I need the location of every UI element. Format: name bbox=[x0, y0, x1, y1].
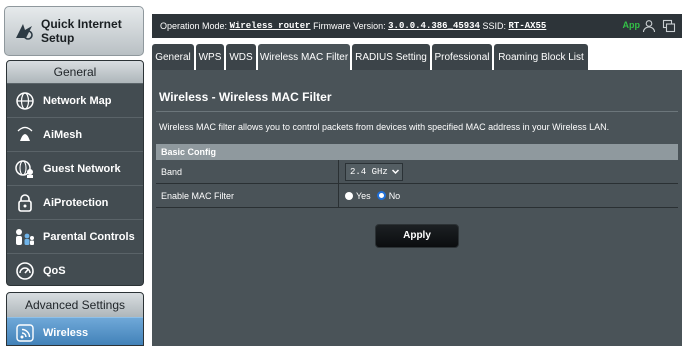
band-label: Band bbox=[156, 160, 339, 183]
quick-internet-setup-button[interactable]: Quick Internet Setup bbox=[4, 6, 144, 56]
advanced-menu: Advanced Settings Wireless bbox=[6, 292, 144, 346]
band-value-cell: 2.4 GHz bbox=[339, 160, 678, 183]
app-link[interactable]: App bbox=[623, 20, 641, 30]
ssid-label: SSID: bbox=[482, 21, 506, 31]
basic-config-heading: Basic Config bbox=[156, 144, 678, 160]
page-title: Wireless - Wireless MAC Filter bbox=[159, 90, 332, 104]
sidebar-item-label: Guest Network bbox=[43, 162, 121, 175]
radio-yes-label: Yes bbox=[356, 190, 371, 201]
op-mode-label: Operation Mode: bbox=[160, 21, 228, 31]
globe-icon bbox=[13, 89, 37, 113]
sidebar: Quick Internet Setup General Network Map… bbox=[0, 0, 148, 346]
band-row: Band 2.4 GHz bbox=[156, 160, 678, 184]
tab-wds[interactable]: WDS bbox=[226, 44, 256, 70]
sidebar-item-parental-controls[interactable]: Parental Controls bbox=[7, 219, 143, 253]
band-selected-value: 2.4 GHz bbox=[350, 166, 388, 177]
sidebar-item-qos[interactable]: QoS bbox=[7, 253, 143, 285]
sidebar-item-label: Parental Controls bbox=[43, 230, 135, 243]
tab-wps[interactable]: WPS bbox=[196, 44, 224, 70]
quick-setup-label: Quick Internet Setup bbox=[41, 17, 122, 45]
radio-yes[interactable]: Yes bbox=[345, 191, 371, 201]
sidebar-item-aimesh[interactable]: AiMesh bbox=[7, 117, 143, 151]
op-mode-link[interactable]: Wireless router bbox=[230, 21, 311, 31]
padlock-icon bbox=[13, 191, 37, 215]
radio-no[interactable]: No bbox=[376, 190, 401, 201]
apply-button[interactable]: Apply bbox=[375, 224, 459, 248]
mesh-icon bbox=[13, 123, 37, 147]
advanced-heading: Advanced Settings bbox=[7, 293, 143, 317]
tab-general[interactable]: General bbox=[152, 44, 194, 70]
tab-bar: General WPS WDS Wireless MAC Filter RADI… bbox=[152, 44, 682, 70]
enable-mac-filter-cell: Yes No bbox=[339, 184, 678, 207]
tab-radius-setting[interactable]: RADIUS Setting bbox=[352, 44, 430, 70]
enable-mac-filter-row: Enable MAC Filter Yes No bbox=[156, 184, 678, 208]
sidebar-item-label: QoS bbox=[43, 264, 66, 277]
sidebar-item-aiprotection[interactable]: AiProtection bbox=[7, 185, 143, 219]
radio-no-label: No bbox=[388, 190, 401, 201]
chevron-down-icon bbox=[391, 168, 399, 175]
radio-no-circle bbox=[376, 191, 386, 200]
tab-professional[interactable]: Professional bbox=[432, 44, 492, 70]
family-icon bbox=[13, 225, 37, 249]
sidebar-item-label: Wireless bbox=[43, 326, 89, 339]
status-bar: Operation Mode: Wireless router Firmware… bbox=[152, 14, 682, 38]
main-panel: Wireless - Wireless MAC Filter Wireless … bbox=[152, 70, 682, 346]
page-description: Wireless MAC filter allows you to contro… bbox=[159, 122, 610, 132]
firmware-link[interactable]: 3.0.0.4.386_45934 bbox=[388, 21, 480, 31]
basic-config-table: Basic Config Band 2.4 GHz Enable MAC Fil… bbox=[156, 144, 678, 208]
gauge-icon bbox=[13, 259, 37, 283]
user-icon[interactable] bbox=[642, 19, 656, 33]
sidebar-item-wireless[interactable]: Wireless bbox=[7, 317, 143, 345]
general-heading: General bbox=[7, 61, 143, 83]
wifi-icon bbox=[13, 321, 37, 345]
quick-setup-icon bbox=[13, 20, 35, 42]
tab-wireless-mac-filter[interactable]: Wireless MAC Filter bbox=[258, 44, 350, 70]
sidebar-item-label: AiProtection bbox=[43, 196, 109, 209]
sidebar-item-guest-network[interactable]: Guest Network bbox=[7, 151, 143, 185]
guest-network-icon bbox=[13, 157, 37, 181]
general-menu: General Network Map AiMesh Guest Network… bbox=[6, 60, 144, 286]
copy-icon[interactable] bbox=[662, 19, 676, 33]
firmware-label: Firmware Version: bbox=[313, 21, 386, 31]
tab-roaming-block-list[interactable]: Roaming Block List bbox=[494, 44, 588, 70]
band-select[interactable]: 2.4 GHz bbox=[345, 162, 403, 181]
sidebar-item-label: Network Map bbox=[43, 94, 112, 107]
sidebar-item-network-map[interactable]: Network Map bbox=[7, 83, 143, 117]
ssid-link[interactable]: RT-AX55 bbox=[509, 21, 547, 31]
sidebar-item-label: AiMesh bbox=[43, 128, 83, 141]
radio-yes-circle bbox=[345, 191, 353, 200]
title-divider bbox=[156, 111, 678, 112]
enable-mac-filter-label: Enable MAC Filter bbox=[156, 184, 339, 207]
